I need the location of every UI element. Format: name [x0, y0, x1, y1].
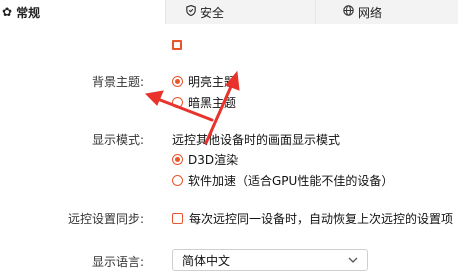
tab-network[interactable]: 网络	[315, 0, 458, 24]
remote-sync-checkbox[interactable]	[172, 213, 183, 224]
remote-sync-label: 远控设置同步:	[67, 212, 144, 226]
radio-unselected[interactable]	[172, 175, 183, 186]
checkbox-partial[interactable]	[172, 40, 182, 50]
scrolled-option-row	[172, 38, 188, 52]
tab-network-label: 网络	[358, 5, 383, 20]
tab-general[interactable]: ✿ 常规	[0, 0, 165, 24]
display-mode-option-d3d[interactable]: D3D渲染	[172, 151, 238, 168]
remote-sync-checkbox-label: 每次远控同一设备时，自动恢复上次远控的设置项	[189, 212, 454, 226]
settings-tab-bar: ✿ 常规 安全 网络	[0, 0, 458, 24]
display-language-label: 显示语言:	[91, 255, 144, 269]
annotation-arrowhead	[144, 90, 164, 106]
display-mode-label: 显示模式:	[91, 133, 144, 147]
theme-option-light-label: 明亮主题	[188, 75, 237, 89]
theme-option-dark-label: 暗黑主题	[188, 96, 237, 110]
display-mode-description: 远控其他设备时的画面显示模式	[172, 133, 341, 147]
display-mode-option-d3d-label: D3D渲染	[188, 153, 239, 167]
theme-option-dark[interactable]: 暗黑主题	[172, 94, 236, 111]
language-select[interactable]: 简体中文	[172, 249, 368, 271]
shield-icon	[186, 4, 196, 19]
gear-icon: ✿	[2, 5, 13, 19]
radio-selected[interactable]	[172, 76, 183, 87]
background-theme-label: 背景主题:	[91, 75, 144, 89]
remote-sync-option[interactable]: 每次远控同一设备时，自动恢复上次远控的设置项	[172, 210, 453, 227]
language-select-value: 简体中文	[182, 253, 231, 268]
tab-security-label: 安全	[200, 5, 225, 20]
display-mode-option-software-label: 软件加速（适合GPU性能不佳的设备）	[188, 174, 394, 188]
display-mode-option-software[interactable]: 软件加速（适合GPU性能不佳的设备）	[172, 172, 393, 189]
chevron-down-icon	[348, 257, 358, 263]
theme-option-light[interactable]: 明亮主题	[172, 73, 236, 90]
tab-general-label: 常规	[16, 5, 41, 20]
radio-unselected[interactable]	[172, 97, 183, 108]
tab-security[interactable]: 安全	[165, 0, 315, 24]
globe-icon	[343, 5, 354, 19]
radio-selected[interactable]	[172, 154, 183, 165]
